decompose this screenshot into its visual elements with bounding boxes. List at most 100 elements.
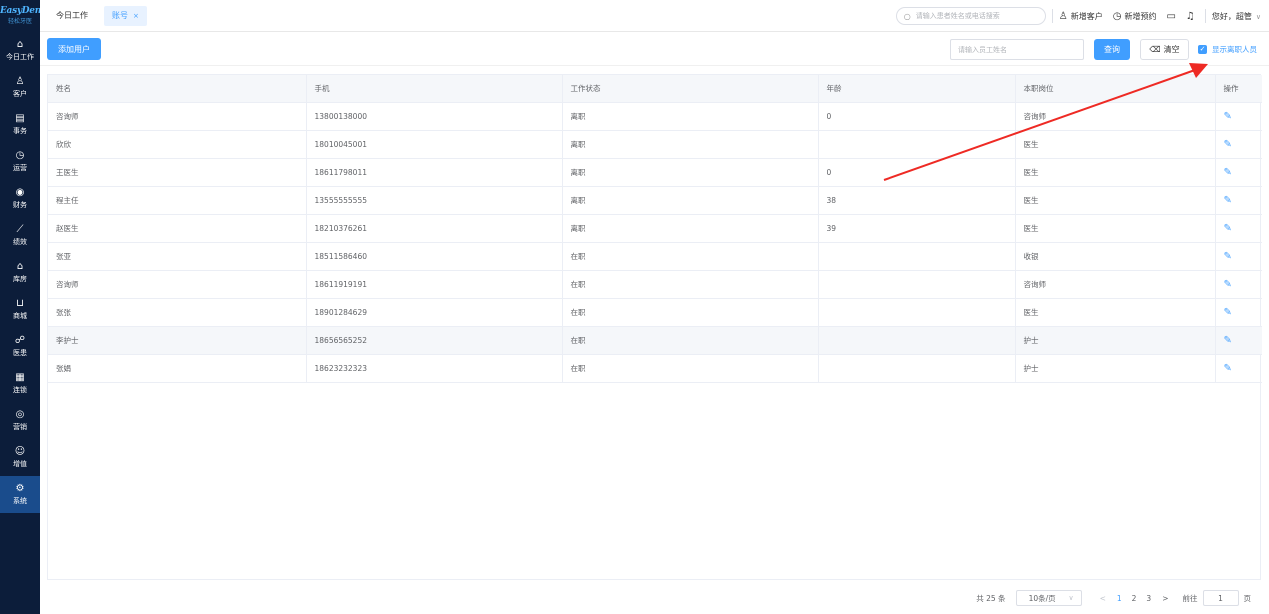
cell-age bbox=[818, 242, 1016, 271]
sidebar-item-1[interactable]: ♙ 客户 bbox=[0, 69, 40, 106]
next-page-icon[interactable]: > bbox=[1162, 594, 1168, 603]
close-tab-icon[interactable]: × bbox=[133, 12, 139, 20]
cell-age bbox=[818, 130, 1016, 159]
cell-position: 护士 bbox=[1015, 326, 1216, 355]
edit-icon[interactable]: ✎ bbox=[1224, 251, 1232, 262]
table-row[interactable]: 张亚 18511586460 在职 收银 ✎ bbox=[48, 242, 1262, 271]
sidebar-item-label: 增值 bbox=[13, 460, 27, 468]
new-customer-label: 新增客户 bbox=[1070, 11, 1103, 21]
trash-icon: ⌫ bbox=[1149, 45, 1161, 54]
page-size-select[interactable]: 10条/页 ∨ bbox=[1015, 590, 1082, 606]
cell-position: 护士 bbox=[1015, 354, 1216, 383]
table-row[interactable]: 李护士 18656565252 在职 护士 ✎ bbox=[48, 326, 1262, 355]
user-menu[interactable]: 您好，超管 ∨ bbox=[1212, 11, 1261, 22]
cell-phone: 18010045001 bbox=[306, 130, 563, 159]
table-header-row: 姓名 手机 工作状态 年龄 本职岗位 操作 bbox=[48, 75, 1262, 103]
table-row[interactable]: 咨询师 13800138000 离职 0 咨询师 ✎ bbox=[48, 102, 1262, 131]
cell-name: 欣欣 bbox=[48, 130, 307, 159]
cell-status: 离职 bbox=[562, 130, 819, 159]
cell-status: 在职 bbox=[562, 298, 819, 327]
clear-button[interactable]: ⌫ 清空 bbox=[1140, 39, 1189, 60]
sidebar-item-11[interactable]: ☺ 增值 bbox=[0, 439, 40, 476]
edit-icon[interactable]: ✎ bbox=[1224, 363, 1232, 374]
cell-position: 医生 bbox=[1015, 298, 1216, 327]
cell-action: ✎ bbox=[1215, 186, 1262, 215]
edit-icon[interactable]: ✎ bbox=[1224, 335, 1232, 346]
tab-account[interactable]: 账号 × bbox=[104, 5, 147, 26]
column-header: 本职岗位 bbox=[1015, 75, 1216, 103]
sidebar-item-8[interactable]: ☍ 医患 bbox=[0, 328, 40, 365]
sidebar-item-9[interactable]: ▦ 连锁 bbox=[0, 365, 40, 402]
money-icon: ◉ bbox=[15, 187, 25, 198]
show-resigned-checkbox[interactable]: ✓ 显示离职人员 bbox=[1198, 39, 1257, 60]
cell-status: 离职 bbox=[562, 214, 819, 243]
edit-icon[interactable]: ✎ bbox=[1224, 195, 1232, 206]
message-icon[interactable]: ▭ bbox=[1166, 11, 1175, 22]
prev-page-icon[interactable]: < bbox=[1100, 594, 1106, 603]
cell-phone: 18511586460 bbox=[306, 242, 563, 271]
sidebar-item-label: 客户 bbox=[13, 90, 27, 98]
sidebar-item-12[interactable]: ⚙ 系统 bbox=[0, 476, 40, 513]
cell-action: ✎ bbox=[1215, 298, 1262, 327]
clock-icon: ◷ bbox=[15, 150, 25, 161]
add-user-button[interactable]: 添加用户 bbox=[47, 38, 101, 60]
table-row[interactable]: 张娟 18623232323 在职 护士 ✎ bbox=[48, 354, 1262, 383]
sidebar-item-4[interactable]: ◉ 财务 bbox=[0, 180, 40, 217]
sidebar-item-7[interactable]: ⊔ 商城 bbox=[0, 291, 40, 328]
sidebar-item-10[interactable]: ◎ 营销 bbox=[0, 402, 40, 439]
cart-icon: ⊔ bbox=[16, 298, 24, 309]
sidebar-item-label: 库房 bbox=[13, 275, 27, 283]
bell-icon[interactable]: ♫ bbox=[1186, 11, 1195, 22]
add-user-icon: ♙ bbox=[1058, 10, 1068, 22]
main-content: 姓名 手机 工作状态 年龄 本职岗位 操作 咨询师 13800138000 离职 0 咨询师 ✎ 欣欣… bbox=[40, 66, 1269, 614]
cell-phone: 18623232323 bbox=[306, 354, 563, 383]
search-placeholder: 请输入患者姓名或电话搜索 bbox=[915, 12, 1000, 20]
edit-icon[interactable]: ✎ bbox=[1224, 139, 1232, 150]
table-row[interactable]: 咨询师 18611919191 在职 咨询师 ✎ bbox=[48, 270, 1262, 299]
cell-action: ✎ bbox=[1215, 130, 1262, 159]
edit-icon[interactable]: ✎ bbox=[1224, 307, 1232, 318]
staff-table: 姓名 手机 工作状态 年龄 本职岗位 操作 咨询师 13800138000 离职 0 咨询师 ✎ 欣欣… bbox=[47, 74, 1262, 580]
sidebar-item-label: 系统 bbox=[13, 497, 27, 505]
table-row[interactable]: 欣欣 18010045001 离职 医生 ✎ bbox=[48, 130, 1262, 159]
sidebar-item-2[interactable]: ▤ 事务 bbox=[0, 106, 40, 143]
table-row[interactable]: 王医生 18611798011 离职 0 医生 ✎ bbox=[48, 158, 1262, 187]
divider bbox=[1204, 9, 1206, 23]
cell-age bbox=[818, 298, 1016, 327]
sidebar-item-6[interactable]: ⌂ 库房 bbox=[0, 254, 40, 291]
total-count: 共 25 条 bbox=[976, 593, 1006, 603]
edit-icon[interactable]: ✎ bbox=[1224, 223, 1232, 234]
sidebar-item-0[interactable]: ⌂ 今日工作 bbox=[0, 32, 40, 69]
new-customer-button[interactable]: ♙ 新增客户 bbox=[1059, 11, 1103, 22]
cell-action: ✎ bbox=[1215, 270, 1262, 299]
sidebar-item-5[interactable]: ⟋ 绩效 bbox=[0, 217, 40, 254]
page-number[interactable]: 2 bbox=[1132, 594, 1137, 603]
cell-phone: 18901284629 bbox=[306, 298, 563, 327]
sidebar: EasyDent 轻松牙医 ⌂ 今日工作 ♙ 客户 ▤ 事务 ◷ 运营 ◉ 财务 ⟋ 绩效 ⌂ 库房 ⊔ 商城… bbox=[0, 0, 45, 614]
employee-name-input[interactable] bbox=[950, 39, 1084, 60]
table-row[interactable]: 程主任 13555555555 离职 38 医生 ✎ bbox=[48, 186, 1262, 215]
new-appointment-button[interactable]: ◷ 新增预约 bbox=[1113, 11, 1157, 22]
search-icon: ○ bbox=[903, 11, 911, 21]
goto-page-input[interactable] bbox=[1202, 590, 1239, 606]
sidebar-item-label: 营销 bbox=[13, 423, 27, 431]
edit-icon[interactable]: ✎ bbox=[1224, 279, 1232, 290]
tab-today-work[interactable]: 今日工作 bbox=[56, 10, 88, 21]
table-row[interactable]: 张张 18901284629 在职 医生 ✎ bbox=[48, 298, 1262, 327]
sidebar-item-label: 医患 bbox=[13, 349, 27, 357]
clear-label: 清空 bbox=[1163, 45, 1180, 54]
page-number[interactable]: 1 bbox=[1117, 594, 1122, 603]
edit-icon[interactable]: ✎ bbox=[1224, 111, 1232, 122]
query-button[interactable]: 查询 bbox=[1094, 39, 1130, 60]
page-number[interactable]: 3 bbox=[1146, 594, 1151, 603]
patient-search-input[interactable]: ○ 请输入患者姓名或电话搜索 bbox=[895, 7, 1046, 25]
edit-icon[interactable]: ✎ bbox=[1224, 167, 1232, 178]
cell-action: ✎ bbox=[1215, 158, 1262, 187]
cell-status: 在职 bbox=[562, 354, 819, 383]
sidebar-item-3[interactable]: ◷ 运营 bbox=[0, 143, 40, 180]
sidebar-item-label: 绩效 bbox=[13, 238, 27, 246]
cell-action: ✎ bbox=[1215, 214, 1262, 243]
cell-age: 0 bbox=[818, 102, 1016, 131]
sidebar-item-label: 运营 bbox=[13, 164, 27, 172]
table-row[interactable]: 赵医生 18210376261 离职 39 医生 ✎ bbox=[48, 214, 1262, 243]
